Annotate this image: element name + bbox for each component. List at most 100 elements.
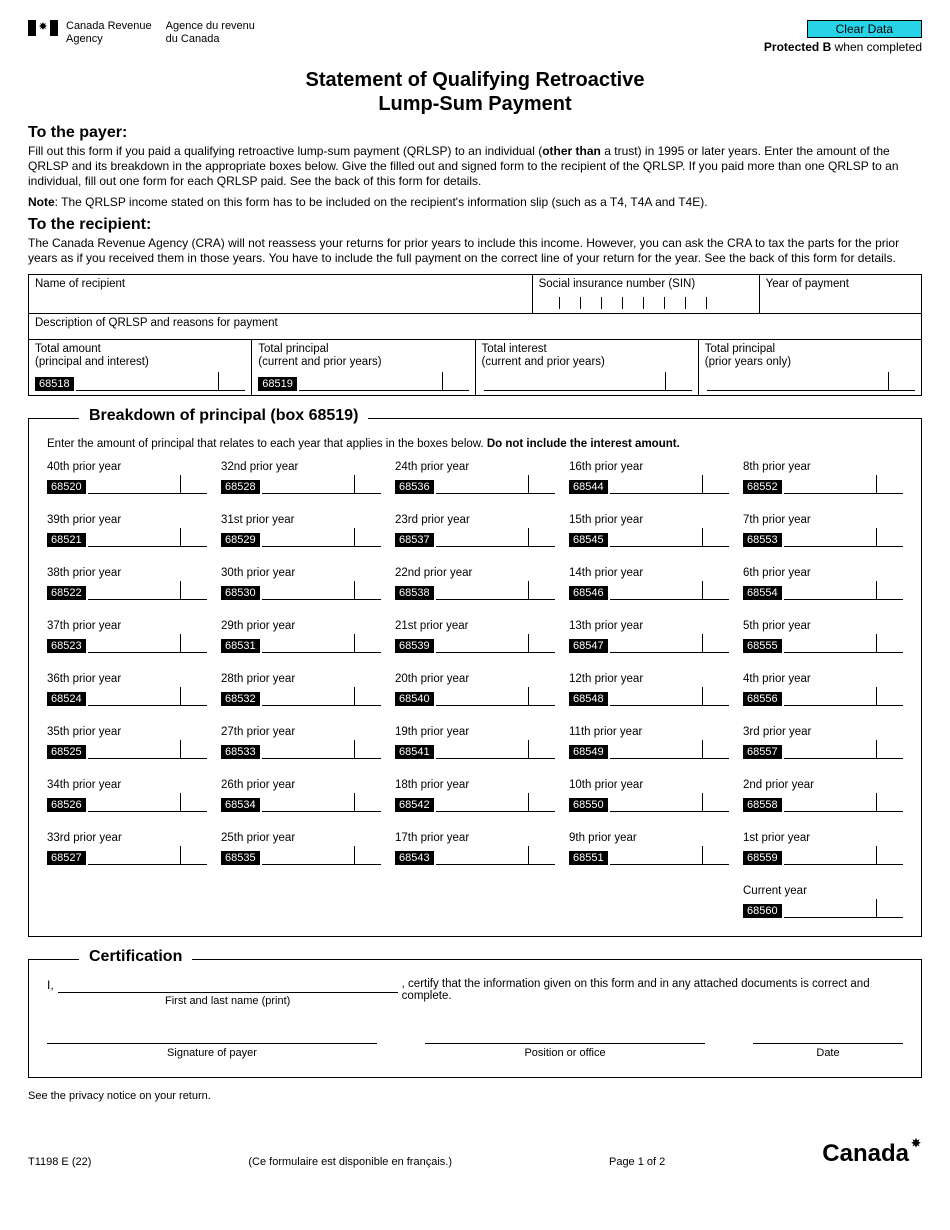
total-amount-input[interactable] <box>299 372 442 391</box>
total-amount-input[interactable] <box>707 372 888 391</box>
prior-year-cents-input[interactable] <box>702 846 729 865</box>
prior-year-cents-input[interactable] <box>354 581 381 600</box>
prior-year-cents-input[interactable] <box>180 740 207 759</box>
prior-year-cents-input[interactable] <box>180 475 207 494</box>
prior-year-amount-input[interactable] <box>436 528 528 547</box>
prior-year-amount-input[interactable] <box>88 475 180 494</box>
prior-year-cents-input[interactable] <box>876 740 903 759</box>
total-cents-input[interactable] <box>218 372 245 391</box>
prior-year-cents-input[interactable] <box>354 740 381 759</box>
prior-year-amount-input[interactable] <box>784 528 876 547</box>
prior-year-cents-input[interactable] <box>702 687 729 706</box>
current-year-amount-input[interactable] <box>784 899 876 918</box>
prior-year-amount-input[interactable] <box>784 793 876 812</box>
prior-year-amount-input[interactable] <box>436 475 528 494</box>
current-year-cents-input[interactable] <box>876 899 903 918</box>
prior-year-cents-input[interactable] <box>876 528 903 547</box>
prior-year-cents-input[interactable] <box>528 528 555 547</box>
prior-year-cents-input[interactable] <box>876 581 903 600</box>
prior-year-cents-input[interactable] <box>354 475 381 494</box>
prior-year-amount-input[interactable] <box>610 793 702 812</box>
prior-year-amount-input[interactable] <box>784 634 876 653</box>
prior-year-cents-input[interactable] <box>528 687 555 706</box>
prior-year-cents-input[interactable] <box>528 740 555 759</box>
prior-year-amount-input[interactable] <box>784 740 876 759</box>
prior-year-cents-input[interactable] <box>354 846 381 865</box>
prior-year-cents-input[interactable] <box>180 687 207 706</box>
prior-year-cents-input[interactable] <box>702 740 729 759</box>
sin-cell[interactable]: Social insurance number (SIN) <box>533 275 760 313</box>
prior-year-amount-input[interactable] <box>88 687 180 706</box>
prior-year-amount-input[interactable] <box>262 528 354 547</box>
prior-year-amount-input[interactable] <box>436 687 528 706</box>
total-cents-input[interactable] <box>442 372 469 391</box>
prior-year-cents-input[interactable] <box>354 687 381 706</box>
prior-year-amount-input[interactable] <box>262 687 354 706</box>
date-input[interactable] <box>753 1041 903 1044</box>
prior-year-cents-input[interactable] <box>702 581 729 600</box>
prior-year-cents-input[interactable] <box>180 846 207 865</box>
prior-year-cents-input[interactable] <box>876 793 903 812</box>
total-cents-input[interactable] <box>888 372 915 391</box>
prior-year-cents-input[interactable] <box>354 634 381 653</box>
prior-year-amount-input[interactable] <box>88 581 180 600</box>
prior-year-cents-input[interactable] <box>528 846 555 865</box>
prior-year-amount-input[interactable] <box>784 581 876 600</box>
prior-year-cents-input[interactable] <box>702 793 729 812</box>
prior-year-cents-input[interactable] <box>876 475 903 494</box>
prior-year-cents-input[interactable] <box>702 475 729 494</box>
prior-year-amount-input[interactable] <box>784 475 876 494</box>
prior-year-amount-input[interactable] <box>262 634 354 653</box>
prior-year-amount-input[interactable] <box>436 740 528 759</box>
prior-year-amount-input[interactable] <box>610 740 702 759</box>
total-amount-input[interactable] <box>76 372 219 391</box>
prior-year-amount-input[interactable] <box>262 475 354 494</box>
prior-year-amount-input[interactable] <box>610 687 702 706</box>
prior-year-cents-input[interactable] <box>876 634 903 653</box>
prior-year-cents-input[interactable] <box>180 793 207 812</box>
prior-year-amount-input[interactable] <box>262 581 354 600</box>
prior-year-amount-input[interactable] <box>436 793 528 812</box>
prior-year-amount-input[interactable] <box>88 740 180 759</box>
prior-year-amount-input[interactable] <box>88 793 180 812</box>
prior-year-amount-input[interactable] <box>262 740 354 759</box>
signature-input[interactable] <box>47 1041 377 1044</box>
prior-year-amount-input[interactable] <box>262 793 354 812</box>
prior-year-cents-input[interactable] <box>354 793 381 812</box>
prior-year-cents-input[interactable] <box>180 634 207 653</box>
prior-year-cents-input[interactable] <box>180 528 207 547</box>
sin-input-ticks[interactable] <box>539 293 753 309</box>
prior-year-amount-input[interactable] <box>88 846 180 865</box>
year-of-payment-cell[interactable]: Year of payment <box>760 275 921 313</box>
prior-year-cents-input[interactable] <box>180 581 207 600</box>
prior-year-amount-input[interactable] <box>610 581 702 600</box>
total-amount-input[interactable] <box>484 372 665 391</box>
prior-year-amount-input[interactable] <box>436 634 528 653</box>
prior-year-cents-input[interactable] <box>876 846 903 865</box>
prior-year-cents-input[interactable] <box>528 793 555 812</box>
prior-year-cents-input[interactable] <box>702 528 729 547</box>
cert-name-input[interactable] <box>58 978 398 993</box>
total-cents-input[interactable] <box>665 372 692 391</box>
prior-year-amount-input[interactable] <box>436 846 528 865</box>
prior-year-cents-input[interactable] <box>528 581 555 600</box>
prior-year-amount-input[interactable] <box>610 475 702 494</box>
clear-data-button[interactable]: Clear Data <box>807 20 922 38</box>
prior-year-amount-input[interactable] <box>610 846 702 865</box>
prior-year-cents-input[interactable] <box>876 687 903 706</box>
prior-year-amount-input[interactable] <box>610 528 702 547</box>
prior-year-amount-input[interactable] <box>436 581 528 600</box>
prior-year-amount-input[interactable] <box>784 687 876 706</box>
prior-year-amount-input[interactable] <box>784 846 876 865</box>
prior-year-amount-input[interactable] <box>610 634 702 653</box>
prior-year-amount-input[interactable] <box>88 634 180 653</box>
name-of-recipient-cell[interactable]: Name of recipient <box>29 275 533 313</box>
position-input[interactable] <box>425 1041 705 1044</box>
prior-year-cents-input[interactable] <box>354 528 381 547</box>
prior-year-amount-input[interactable] <box>88 528 180 547</box>
prior-year-cents-input[interactable] <box>702 634 729 653</box>
description-cell[interactable]: Description of QRLSP and reasons for pay… <box>29 314 921 339</box>
prior-year-cents-input[interactable] <box>528 475 555 494</box>
prior-year-cents-input[interactable] <box>528 634 555 653</box>
prior-year-amount-input[interactable] <box>262 846 354 865</box>
